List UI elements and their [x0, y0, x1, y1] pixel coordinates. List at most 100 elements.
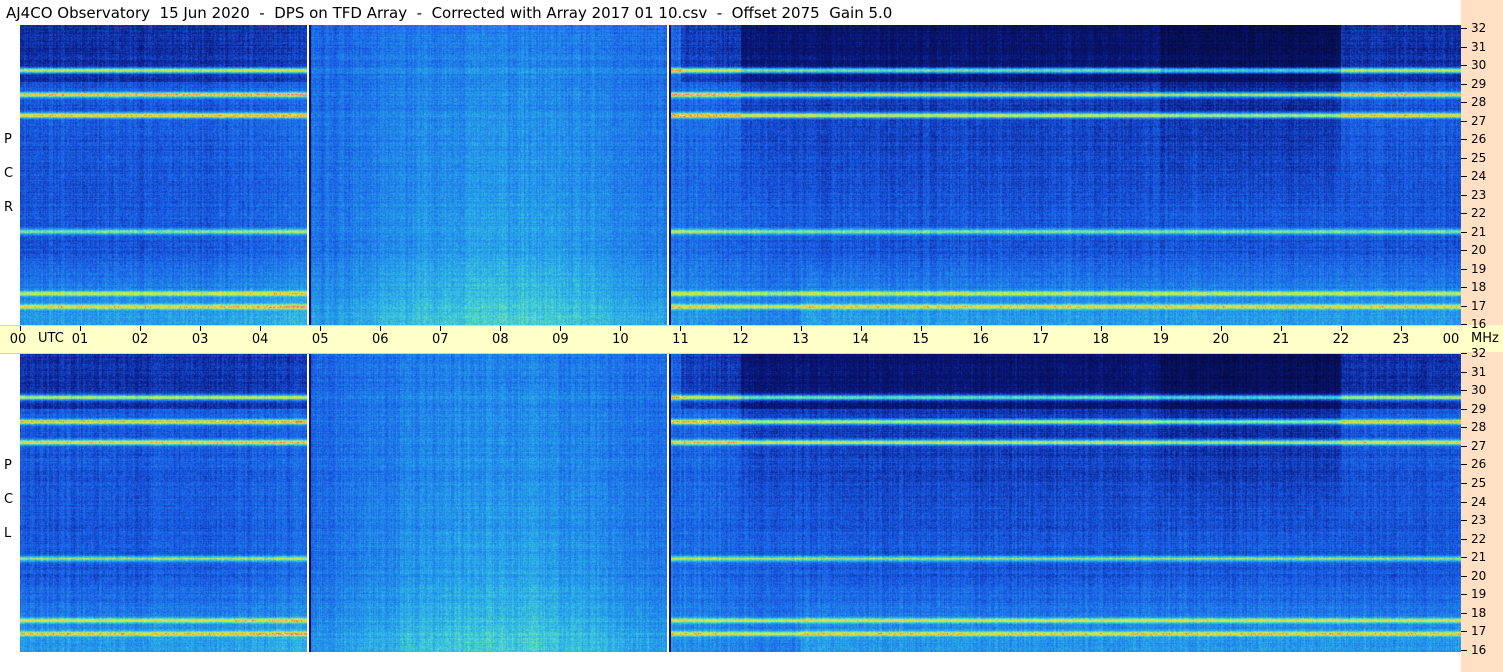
freq-tick-label: 18	[1471, 605, 1487, 620]
freq-tick-label: 23	[1471, 187, 1487, 202]
freq-tick-mark	[1461, 427, 1467, 429]
freq-tick-mark	[1461, 612, 1467, 614]
freq-tick-label: 16	[1471, 643, 1487, 657]
freq-tick-mark	[1461, 631, 1467, 633]
time-tick-label: 19	[1152, 332, 1170, 347]
time-tick-label: 06	[371, 332, 389, 347]
time-tick-label: 14	[852, 332, 869, 347]
freq-tick-label: 21	[1471, 224, 1487, 239]
freq-tick-label: 23	[1471, 513, 1487, 528]
time-tick-mark	[800, 326, 802, 331]
freq-tick-mark	[1461, 305, 1467, 307]
time-tick-mark	[140, 326, 142, 331]
freq-tick-mark	[1461, 324, 1467, 325]
time-tick-mark	[740, 326, 742, 331]
lcp-spectrogram	[20, 352, 1461, 652]
freq-tick-mark	[1461, 445, 1467, 447]
freq-tick-mark	[1461, 194, 1467, 196]
lcp-marker-shadow-2	[669, 352, 671, 652]
freq-tick-label: 17	[1471, 298, 1487, 313]
freq-tick-label: 20	[1471, 568, 1487, 583]
time-tick-mark	[560, 326, 562, 331]
time-tick-mark	[1280, 326, 1282, 331]
time-tick-label: 23	[1392, 332, 1410, 347]
freq-tick-label: 27	[1471, 113, 1487, 128]
lcp-label-l: L	[4, 526, 12, 541]
time-tick-mark	[1040, 326, 1042, 331]
freq-tick-mark	[1461, 176, 1467, 177]
freq-tick-label: 22	[1471, 206, 1487, 220]
freq-tick-label: 21	[1471, 550, 1487, 565]
freq-tick-mark	[1461, 371, 1467, 373]
freq-tick-mark	[1461, 353, 1467, 354]
freq-tick-mark	[1461, 250, 1467, 251]
time-tick-mark	[440, 326, 442, 331]
freq-tick-label: 30	[1471, 58, 1487, 72]
freq-tick-label: 28	[1471, 95, 1487, 109]
freq-tick-label: 24	[1471, 169, 1487, 183]
time-tick-label: 02	[131, 332, 149, 347]
rcp-marker-1	[307, 25, 309, 325]
time-axis-unit: UTC	[38, 331, 64, 346]
time-tick-label: 16	[972, 332, 989, 347]
time-tick-label: 07	[432, 332, 449, 347]
time-tick-label: 15	[912, 332, 929, 347]
freq-tick-label: 26	[1471, 457, 1487, 472]
time-tick-mark	[1400, 326, 1402, 331]
time-tick-label: 12	[732, 332, 749, 347]
time-tick-mark	[980, 326, 982, 331]
freq-tick-label: 29	[1471, 401, 1487, 416]
freq-tick-mark	[1461, 520, 1467, 522]
freq-tick-label: 19	[1471, 587, 1487, 602]
time-tick-label: 00	[9, 332, 27, 347]
freq-tick-mark	[1461, 575, 1467, 577]
lcp-marker-2	[667, 352, 669, 652]
time-tick-mark	[920, 326, 922, 331]
lcp-marker-shadow-1	[309, 352, 311, 652]
time-tick-mark	[680, 326, 682, 331]
lcp-spectrogram-canvas	[20, 352, 1461, 652]
freq-tick-label: 22	[1471, 531, 1487, 546]
freq-tick-label: 25	[1471, 475, 1487, 490]
freq-axis-lcp: 32 31 30 29 28 27 26 25 24 23 22 21 20 19 18 17 16	[1461, 346, 1503, 672]
freq-tick-mark	[1461, 28, 1467, 29]
time-tick-mark	[1220, 326, 1222, 331]
time-axis: 00 01 02 03 04 05 06 07 08 09 10 11 12 13 14 15 16 17 18 19…	[0, 325, 1462, 354]
time-tick-mark	[380, 326, 382, 331]
rcp-marker-shadow-1	[309, 25, 311, 325]
rcp-marker-2	[667, 25, 669, 325]
time-tick-label: 01	[71, 332, 89, 347]
freq-tick-mark	[1461, 102, 1467, 103]
freq-tick-mark	[1461, 408, 1467, 410]
time-tick-label: 13	[792, 332, 809, 347]
rcp-label-r: R	[4, 200, 14, 215]
freq-tick-mark	[1461, 501, 1467, 503]
freq-tick-mark	[1461, 557, 1467, 559]
freq-tick-mark	[1461, 231, 1467, 233]
lcp-label: L C P	[0, 456, 20, 546]
freq-tick-label: 30	[1471, 383, 1487, 398]
time-tick-label: 20	[1212, 332, 1230, 347]
freq-tick-mark	[1461, 594, 1467, 596]
freq-tick-mark	[1461, 46, 1467, 48]
lcp-marker-1	[307, 352, 309, 652]
time-tick-label: 18	[1092, 332, 1110, 347]
time-tick-mark	[1100, 326, 1102, 331]
freq-tick-label: 18	[1471, 280, 1487, 294]
chart-title: AJ4CO Observatory 15 Jun 2020 - DPS on T…	[6, 4, 893, 22]
time-tick-mark	[200, 326, 202, 331]
freq-tick-label: 31	[1471, 364, 1487, 379]
freq-tick-label: 17	[1471, 624, 1487, 639]
time-tick-label: 08	[492, 332, 509, 347]
freq-tick-label: 20	[1471, 243, 1487, 257]
time-tick-mark	[320, 326, 322, 331]
freq-tick-mark	[1461, 65, 1467, 66]
freq-tick-label: 28	[1471, 420, 1487, 435]
freq-tick-label: 19	[1471, 261, 1487, 276]
freq-axis-unit: MHz	[1471, 331, 1499, 346]
freq-tick-label: 32	[1471, 346, 1487, 360]
rcp-label: R C P	[0, 130, 20, 220]
time-tick-mark	[80, 326, 82, 331]
freq-tick-label: 16	[1471, 317, 1487, 331]
rcp-marker-shadow-2	[669, 25, 671, 325]
